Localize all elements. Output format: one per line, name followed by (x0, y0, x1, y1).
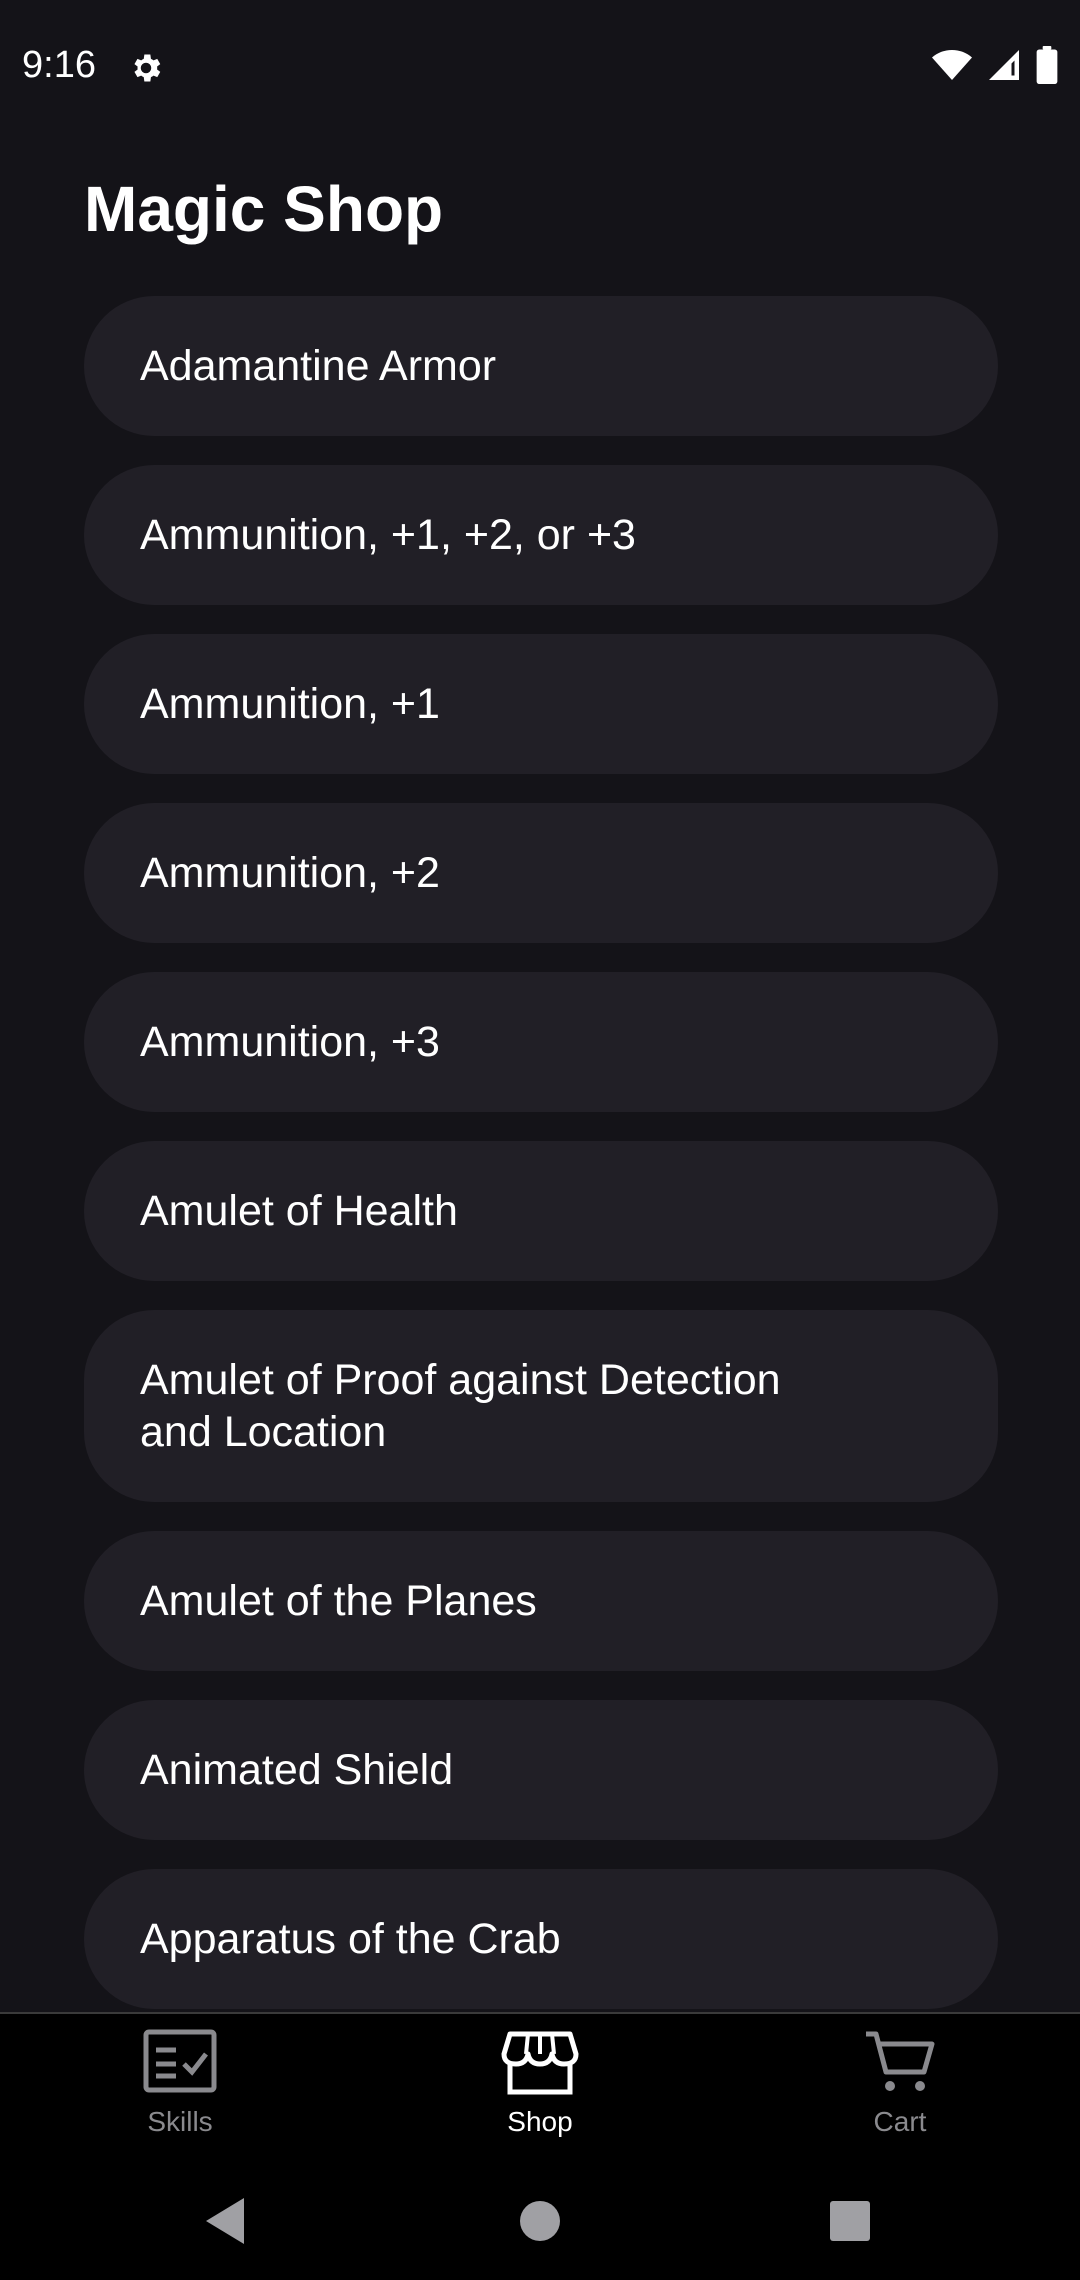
status-bar: 9:16 (0, 0, 1080, 130)
list-item-label: Ammunition, +2 (140, 849, 440, 897)
list-item[interactable]: Ammunition, +2 (84, 803, 998, 943)
list-item-label: Adamantine Armor (140, 342, 497, 390)
checklist-icon (143, 2029, 217, 2093)
list-item[interactable]: Amulet of Proof against Detection and Lo… (84, 1310, 998, 1502)
list-item[interactable]: Apparatus of the Crab (84, 1869, 998, 2009)
page-title: Magic Shop (84, 173, 444, 245)
wifi-icon (932, 50, 972, 80)
nav-item-cart[interactable]: Cart (800, 2028, 1000, 2138)
list-item[interactable]: Ammunition, +1, +2, or +3 (84, 465, 998, 605)
nav-label-skills: Skills (147, 2106, 213, 2137)
screen: 9:16 Magic Shop Adamantine Armor Ammunit… (0, 0, 1080, 2280)
nav-item-skills[interactable]: Skills (80, 2028, 280, 2138)
list-item-label: Ammunition, +1, +2, or +3 (140, 511, 636, 559)
list-item-label: Ammunition, +3 (140, 1018, 440, 1066)
item-list: Adamantine Armor Ammunition, +1, +2, or … (84, 296, 998, 2038)
list-item-label: Apparatus of the Crab (140, 1915, 561, 1963)
recents-icon[interactable] (815, 2186, 885, 2256)
list-item[interactable]: Adamantine Armor (84, 296, 998, 436)
back-icon[interactable] (190, 2186, 260, 2256)
list-item[interactable]: Amulet of the Planes (84, 1531, 998, 1671)
signal-icon (989, 50, 1019, 80)
cart-icon (866, 2031, 935, 2091)
gear-icon (134, 54, 161, 82)
list-item[interactable]: Animated Shield (84, 1700, 998, 1840)
system-nav (0, 2160, 1080, 2280)
list-item[interactable]: Ammunition, +3 (84, 972, 998, 1112)
status-icons (932, 46, 1058, 84)
nav-label-cart: Cart (873, 2106, 927, 2137)
list-item[interactable]: Ammunition, +1 (84, 634, 998, 774)
list-item-label: Amulet of the Planes (140, 1577, 537, 1625)
list-item-label: Amulet of Health (140, 1187, 458, 1235)
list-item[interactable]: Amulet of Health (84, 1141, 998, 1281)
list-item-label: Amulet of Proof against Detection and Lo… (140, 1356, 781, 1456)
nav-label-shop: Shop (507, 2106, 573, 2137)
list-item-label: Animated Shield (140, 1746, 454, 1794)
status-time: 9:16 (22, 44, 96, 86)
bottom-nav: Skills Shop Cart (0, 2012, 1080, 2162)
nav-item-shop[interactable]: Shop (440, 2028, 640, 2138)
battery-icon (1036, 46, 1058, 84)
list-item-label: Ammunition, +1 (140, 680, 440, 728)
store-icon (501, 2031, 579, 2095)
home-icon[interactable] (505, 2186, 575, 2256)
